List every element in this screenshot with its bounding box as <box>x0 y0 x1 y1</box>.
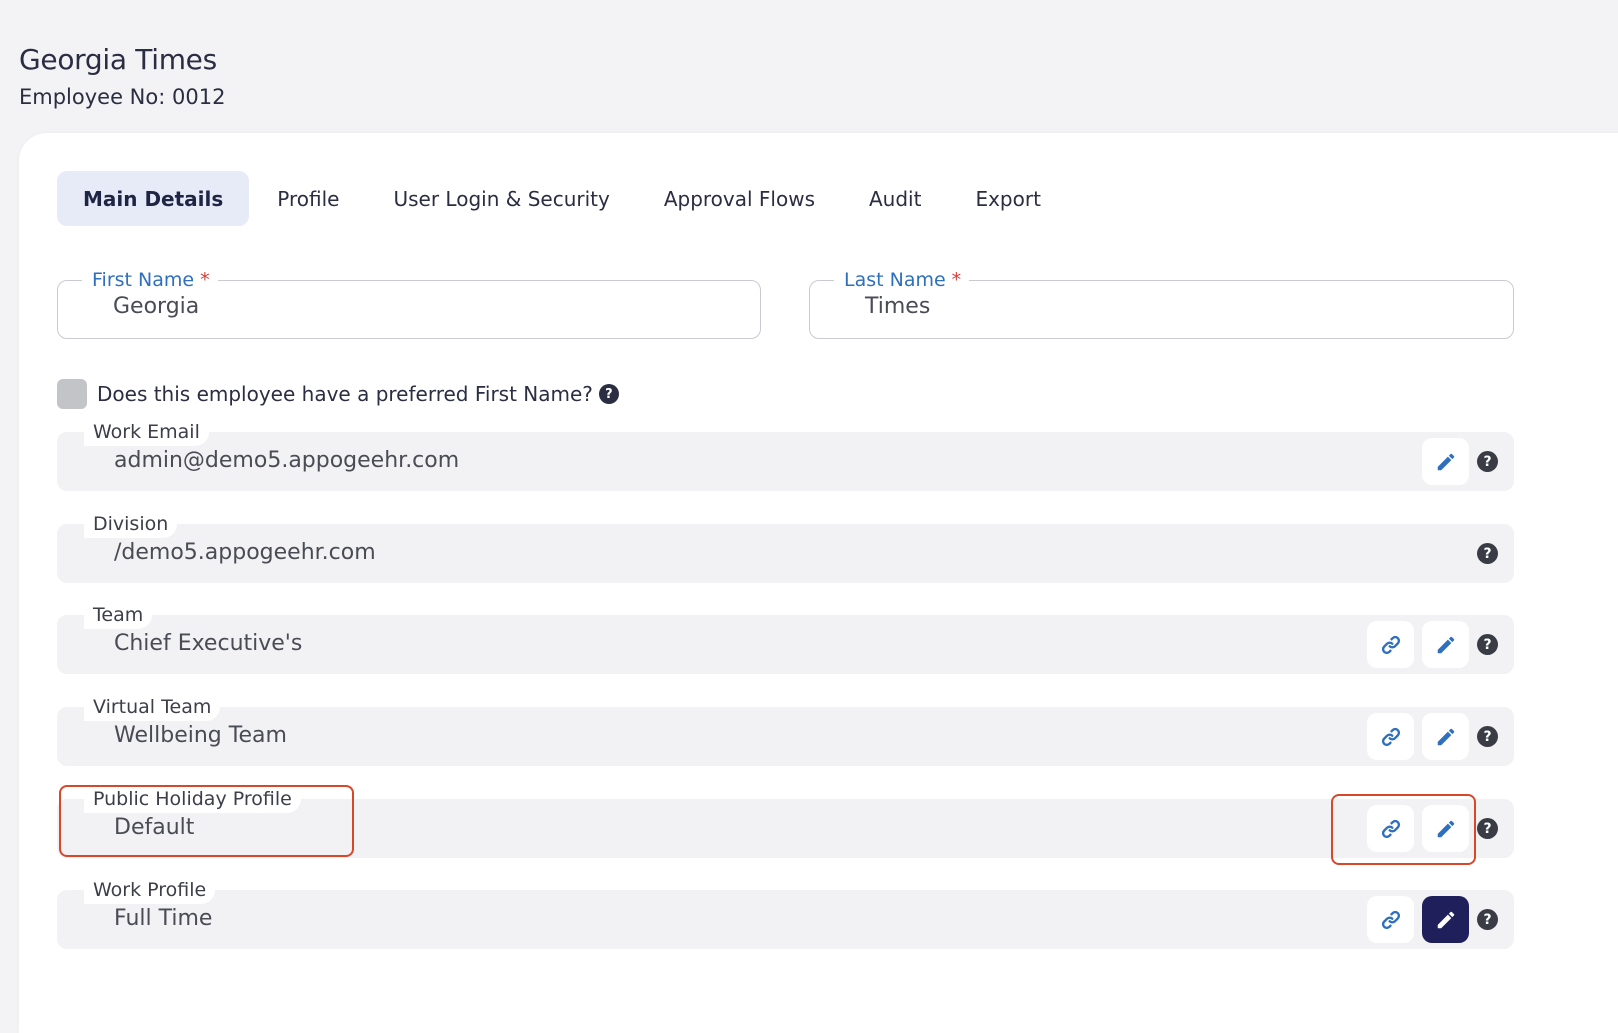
work-email-value: admin@demo5.appogeehr.com <box>114 448 460 473</box>
work-email-field: Work Email admin@demo5.appogeehr.com ? <box>57 418 1514 491</box>
last-name-label: Last Name * <box>834 269 970 291</box>
edit-work-profile-button[interactable] <box>1422 896 1469 943</box>
link-team-button[interactable] <box>1367 621 1414 668</box>
link-work-profile-button[interactable] <box>1367 896 1414 943</box>
work-profile-field: Work Profile Full Time ? <box>57 876 1514 949</box>
first-name-field[interactable]: First Name * Georgia <box>57 269 761 339</box>
last-name-value[interactable]: Times <box>865 294 930 319</box>
tab-main-details[interactable]: Main Details <box>57 171 250 226</box>
question-circle-icon[interactable]: ? <box>598 384 619 404</box>
question-circle-icon[interactable]: ? <box>1477 818 1498 839</box>
last-name-field[interactable]: Last Name * Times <box>809 269 1514 339</box>
question-circle-icon[interactable]: ? <box>1477 726 1498 747</box>
page-title: Georgia Times <box>19 43 217 76</box>
division-value: /demo5.appogeehr.com <box>114 540 376 565</box>
tab-profile[interactable]: Profile <box>251 171 365 226</box>
pencil-icon <box>1437 453 1454 470</box>
pencil-icon <box>1437 728 1454 745</box>
work-profile-label: Work Profile <box>84 876 216 904</box>
preferred-name-label: Does this employee have a preferred Firs… <box>97 382 593 406</box>
virtual-team-field: Virtual Team Wellbeing Team ? <box>57 693 1514 766</box>
question-circle-icon[interactable]: ? <box>1477 634 1498 655</box>
tab-audit[interactable]: Audit <box>843 171 947 226</box>
page-header: Georgia Times Employee No: 0012 <box>19 40 225 114</box>
team-value: Chief Executive's <box>114 631 303 656</box>
work-profile-value: Full Time <box>114 906 213 931</box>
edit-virtual-team-button[interactable] <box>1422 713 1469 760</box>
division-label: Division <box>84 510 178 538</box>
question-circle-icon[interactable]: ? <box>1477 451 1498 472</box>
link-icon <box>1381 635 1400 654</box>
division-field: Division /demo5.appogeehr.com ? <box>57 510 1514 583</box>
link-virtual-team-button[interactable] <box>1367 713 1414 760</box>
preferred-name-checkbox[interactable] <box>57 379 87 409</box>
preferred-name-row: Does this employee have a preferred Firs… <box>57 378 619 410</box>
question-circle-icon[interactable]: ? <box>1477 543 1498 564</box>
virtual-team-value: Wellbeing Team <box>114 723 287 748</box>
team-field: Team Chief Executive's ? <box>57 601 1514 674</box>
virtual-team-label: Virtual Team <box>84 693 221 721</box>
pencil-icon <box>1437 911 1454 928</box>
edit-team-button[interactable] <box>1422 621 1469 668</box>
highlight-box-profile-label <box>59 785 354 857</box>
tab-bar: Main Details Profile User Login & Securi… <box>57 171 1069 226</box>
pencil-icon <box>1437 636 1454 653</box>
question-circle-icon[interactable]: ? <box>1477 909 1498 930</box>
link-icon <box>1381 910 1400 929</box>
employee-number: Employee No: 0012 <box>19 85 226 109</box>
tab-approval-flows[interactable]: Approval Flows <box>638 171 841 226</box>
first-name-value[interactable]: Georgia <box>113 294 199 319</box>
edit-work-email-button[interactable] <box>1422 438 1469 485</box>
team-label: Team <box>84 601 153 629</box>
tab-export[interactable]: Export <box>949 171 1066 226</box>
link-icon <box>1381 727 1400 746</box>
tab-user-login-security[interactable]: User Login & Security <box>367 171 635 226</box>
work-email-label: Work Email <box>84 418 209 446</box>
first-name-label: First Name * <box>82 269 218 291</box>
highlight-box-action-buttons <box>1331 794 1476 865</box>
